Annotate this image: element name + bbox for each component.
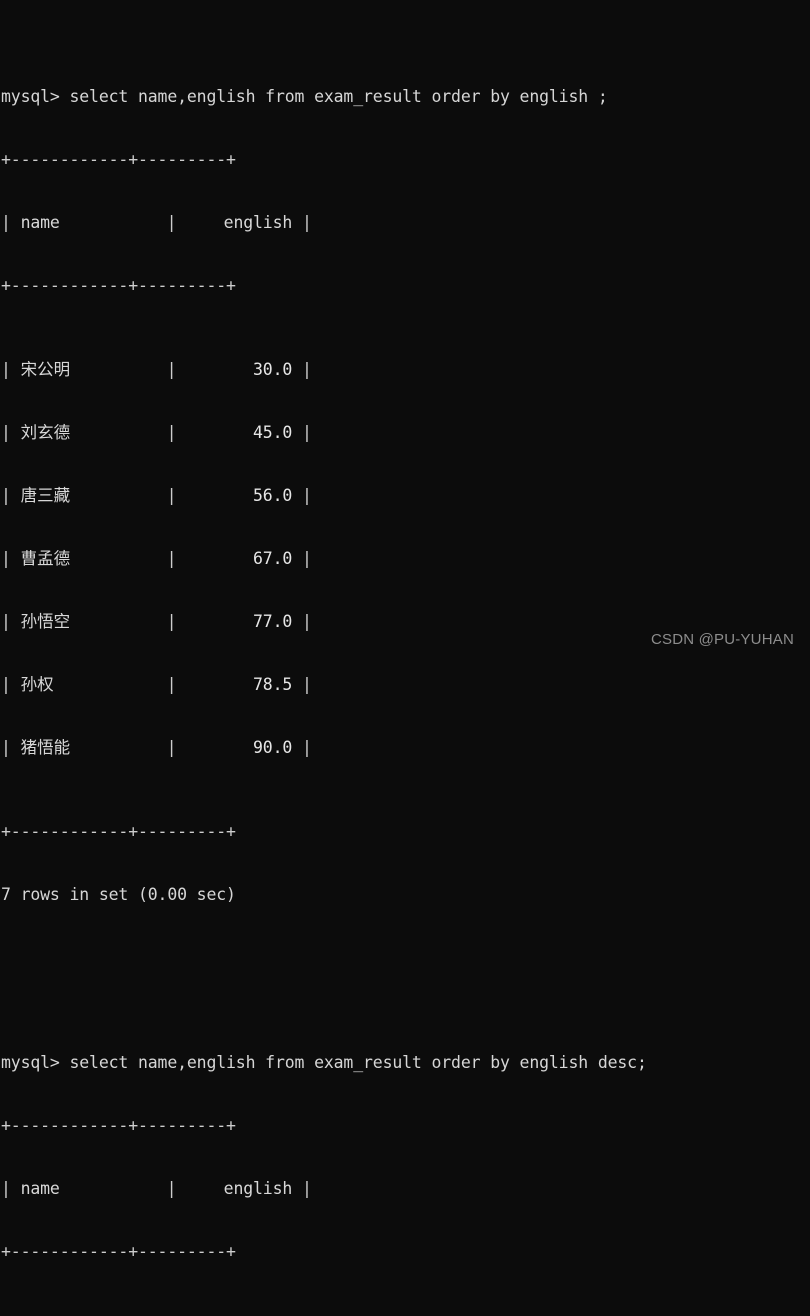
pipe-glyph: | bbox=[292, 549, 312, 568]
column-header-name: name bbox=[20, 1179, 60, 1198]
pipe-glyph: | bbox=[292, 675, 312, 694]
sql-query-line: mysql> select name,english from exam_res… bbox=[1, 87, 608, 106]
table-separator-header: +------------+---------+ bbox=[1, 1242, 236, 1261]
table-separator-header: +------------+---------+ bbox=[1, 276, 236, 295]
cell-name: 曹孟德 bbox=[20, 549, 71, 568]
pipe-glyph: | bbox=[166, 612, 187, 631]
column-header-name: name bbox=[20, 213, 60, 232]
pipe-glyph: | bbox=[1, 612, 21, 631]
cell-name: 孙悟空 bbox=[20, 612, 71, 631]
cell-name: 刘玄德 bbox=[20, 423, 71, 442]
cell-english: 77.0 bbox=[253, 612, 293, 631]
pipe-glyph: | bbox=[292, 423, 312, 442]
pipe-glyph: | bbox=[292, 213, 312, 232]
table-header-row: | name | english | bbox=[0, 1178, 810, 1199]
pipe-glyph: | bbox=[166, 486, 187, 505]
sql-query-line: mysql> select name,english from exam_res… bbox=[1, 1053, 647, 1072]
pipe-glyph: | bbox=[1, 213, 21, 232]
terminal-window[interactable]: mysql> select name,english from exam_res… bbox=[0, 0, 810, 1261]
table-row: | 曹孟德 | 67.0 | bbox=[0, 548, 810, 569]
cell-english: 67.0 bbox=[253, 549, 293, 568]
cell-english: 78.5 bbox=[253, 675, 293, 694]
pipe-glyph: | bbox=[166, 675, 187, 694]
pipe-glyph: | bbox=[1, 675, 21, 694]
cell-english: 45.0 bbox=[253, 423, 293, 442]
cell-english: 30.0 bbox=[253, 360, 293, 379]
cell-name: 唐三藏 bbox=[20, 486, 71, 505]
pipe-glyph: | bbox=[166, 213, 187, 232]
pipe-glyph: | bbox=[292, 612, 312, 631]
column-header-english: english bbox=[223, 213, 293, 232]
pipe-glyph: | bbox=[292, 1179, 312, 1198]
table-separator-bottom: +------------+---------+ bbox=[1, 822, 236, 841]
pipe-glyph: | bbox=[1, 549, 21, 568]
table-row: | 唐三藏 | 56.0 | bbox=[0, 485, 810, 506]
cell-name: 猪悟能 bbox=[20, 738, 71, 757]
table-row: | 孙权 | 78.5 | bbox=[0, 674, 810, 695]
table-row: | 宋公明 | 30.0 | bbox=[0, 359, 810, 380]
pipe-glyph: | bbox=[166, 423, 187, 442]
table-row: | 刘玄德 | 45.0 | bbox=[0, 422, 810, 443]
result-status-line: 7 rows in set (0.00 sec) bbox=[1, 885, 236, 904]
pipe-glyph: | bbox=[1, 486, 21, 505]
pipe-glyph: | bbox=[292, 486, 312, 505]
cell-name: 宋公明 bbox=[20, 360, 71, 379]
pipe-glyph: | bbox=[166, 1179, 187, 1198]
pipe-glyph: | bbox=[292, 738, 312, 757]
table-row: | 猪悟能 | 90.0 | bbox=[0, 737, 810, 758]
pipe-glyph: | bbox=[1, 738, 21, 757]
table-separator-top: +------------+---------+ bbox=[1, 150, 236, 169]
table-header-row: | name | english | bbox=[0, 212, 810, 233]
pipe-glyph: | bbox=[1, 1179, 21, 1198]
pipe-glyph: | bbox=[1, 423, 21, 442]
table-separator-top: +------------+---------+ bbox=[1, 1116, 236, 1135]
cell-english: 56.0 bbox=[253, 486, 293, 505]
cell-name: 孙权 bbox=[20, 675, 54, 694]
pipe-glyph: | bbox=[1, 360, 21, 379]
pipe-glyph: | bbox=[166, 738, 187, 757]
pipe-glyph: | bbox=[166, 549, 187, 568]
watermark: CSDN @PU-YUHAN bbox=[650, 631, 794, 648]
pipe-glyph: | bbox=[166, 360, 187, 379]
cell-english: 90.0 bbox=[253, 738, 293, 757]
pipe-glyph: | bbox=[292, 360, 312, 379]
column-header-english: english bbox=[223, 1179, 293, 1198]
